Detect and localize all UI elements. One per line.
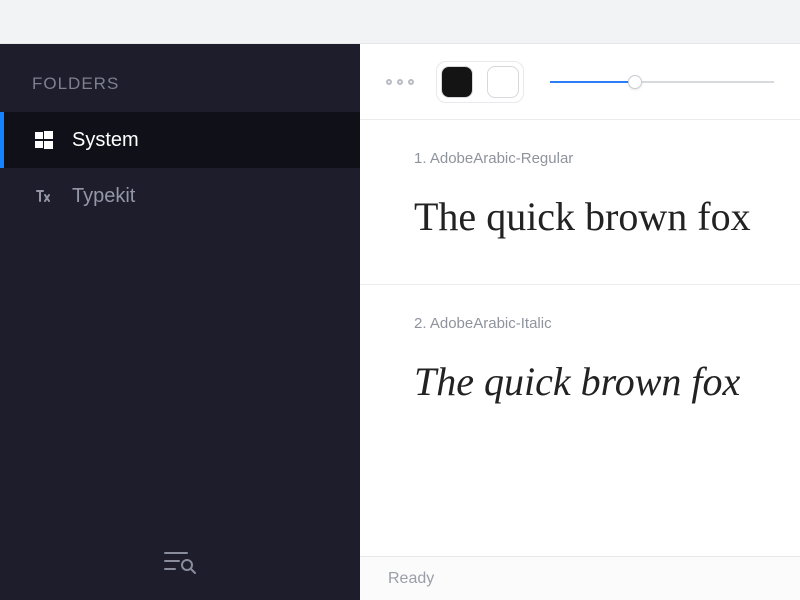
titlebar — [0, 0, 800, 44]
sidebar-item-label: System — [72, 129, 139, 152]
font-card[interactable]: 2. AdobeArabic-Italic The quick brown fo… — [360, 285, 800, 449]
windows-icon — [34, 130, 54, 150]
list-search-button[interactable] — [160, 548, 200, 576]
slider-thumb[interactable] — [628, 75, 642, 89]
slider-fill — [550, 81, 635, 83]
font-sample: The quick brown fox — [414, 358, 800, 405]
toolbar — [360, 44, 800, 120]
status-bar: Ready — [360, 556, 800, 600]
sidebar-item-system[interactable]: System — [0, 112, 360, 168]
typekit-icon — [34, 186, 54, 206]
font-sample: The quick brown fox — [414, 193, 800, 240]
sidebar-header: FOLDERS — [0, 44, 360, 112]
color-swatches — [436, 61, 524, 103]
font-name-label: 1. AdobeArabic-Regular — [414, 150, 800, 167]
foreground-color-swatch[interactable] — [441, 66, 473, 98]
background-color-swatch[interactable] — [487, 66, 519, 98]
folder-list: System Typekit — [0, 112, 360, 224]
status-text: Ready — [388, 570, 434, 588]
main-panel: 1. AdobeArabic-Regular The quick brown f… — [360, 44, 800, 600]
sidebar: FOLDERS System — [0, 44, 360, 600]
sidebar-item-label: Typekit — [72, 185, 135, 208]
sidebar-item-typekit[interactable]: Typekit — [0, 168, 360, 224]
font-list: 1. AdobeArabic-Regular The quick brown f… — [360, 120, 800, 556]
size-slider[interactable] — [550, 66, 774, 98]
font-name-label: 2. AdobeArabic-Italic — [414, 315, 800, 332]
more-options-button[interactable] — [386, 79, 414, 85]
font-card[interactable]: 1. AdobeArabic-Regular The quick brown f… — [360, 120, 800, 285]
